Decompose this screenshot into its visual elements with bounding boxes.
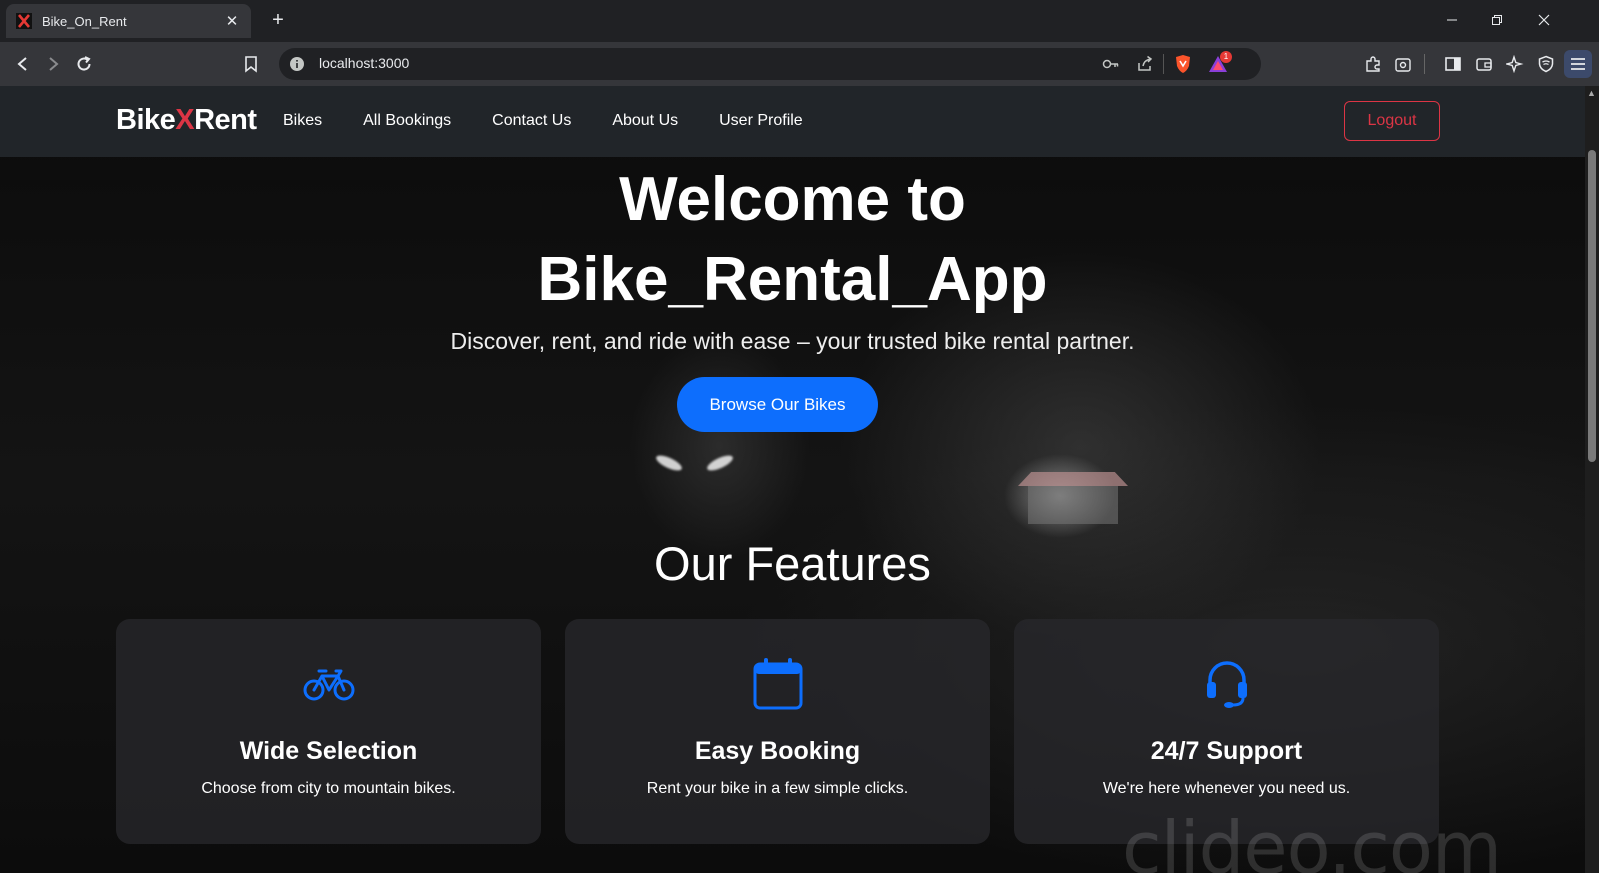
url-text[interactable]: localhost:3000 bbox=[319, 55, 409, 71]
features-heading: Our Features bbox=[654, 537, 931, 590]
background-hut bbox=[1018, 472, 1128, 524]
site-navbar: BikeXRent Bikes All Bookings Contact Us … bbox=[0, 86, 1585, 157]
browser-tab-bar: Bike_On_Rent ✕ + bbox=[0, 0, 1599, 42]
feature-card-title: Wide Selection bbox=[239, 737, 418, 765]
scrollbar-thumb[interactable] bbox=[1588, 150, 1596, 462]
site-favicon-icon bbox=[16, 13, 32, 29]
scroll-up-icon[interactable]: ▲ bbox=[1587, 88, 1596, 98]
notification-badge: 1 bbox=[1220, 51, 1232, 63]
nav-link-bikes[interactable]: Bikes bbox=[283, 112, 322, 130]
password-key-icon[interactable] bbox=[1102, 56, 1120, 77]
address-bar[interactable]: localhost:3000 1 bbox=[279, 48, 1261, 80]
bicycle-icon bbox=[116, 657, 541, 711]
reading-list-icon[interactable] bbox=[1391, 52, 1415, 76]
vpn-shield-icon[interactable] bbox=[1534, 52, 1558, 76]
nav-link-about-us[interactable]: About Us bbox=[612, 112, 678, 130]
sidebar-toggle-icon[interactable] bbox=[1441, 52, 1465, 76]
hero-title-line-2: Bike_Rental_App bbox=[537, 245, 1048, 314]
brave-rewards-icon[interactable]: 1 bbox=[1208, 51, 1232, 78]
reload-icon[interactable] bbox=[72, 52, 96, 76]
forward-icon[interactable] bbox=[41, 52, 65, 76]
hut-roof bbox=[1018, 472, 1128, 486]
feature-card-text: Rent your bike in a few simple clicks. bbox=[646, 780, 909, 797]
close-window-icon[interactable] bbox=[1530, 8, 1558, 32]
brand-text-x: X bbox=[175, 104, 195, 136]
nav-link-user-profile[interactable]: User Profile bbox=[719, 112, 803, 130]
hero-title: Welcome to Bike_Rental_App bbox=[0, 160, 1585, 320]
back-icon[interactable] bbox=[11, 52, 35, 76]
nav-link-all-bookings[interactable]: All Bookings bbox=[363, 112, 451, 130]
brand-logo[interactable]: BikeXRent bbox=[116, 104, 257, 137]
feature-card-text: We're here whenever you need us. bbox=[1102, 780, 1351, 797]
brand-text-bike: Bike bbox=[116, 104, 176, 136]
page-scrollbar[interactable]: ▲ bbox=[1585, 86, 1599, 873]
toolbar-divider bbox=[1163, 54, 1164, 74]
logout-button[interactable]: Logout bbox=[1344, 101, 1440, 141]
brave-shield-icon[interactable] bbox=[1174, 54, 1192, 79]
feature-card-wide-selection: Wide Selection Choose from city to mount… bbox=[116, 619, 541, 844]
site-info-icon[interactable] bbox=[289, 56, 305, 77]
share-icon[interactable] bbox=[1136, 55, 1154, 78]
toolbar-divider bbox=[1424, 54, 1425, 74]
feature-card-title: 24/7 Support bbox=[1150, 737, 1303, 765]
browser-tab[interactable]: Bike_On_Rent ✕ bbox=[6, 4, 251, 38]
video-watermark: clideo.com bbox=[1122, 806, 1502, 873]
feature-card-title: Easy Booking bbox=[694, 737, 861, 765]
brand-text-rent: Rent bbox=[194, 104, 257, 136]
hero-title-line-1: Welcome to bbox=[619, 165, 966, 234]
hero-subtitle: Discover, rent, and ride with ease – you… bbox=[450, 328, 1135, 354]
headset-icon bbox=[1014, 657, 1439, 711]
tab-title: Bike_On_Rent bbox=[42, 13, 127, 29]
bookmark-icon[interactable] bbox=[239, 52, 263, 76]
page-viewport: BikeXRent Bikes All Bookings Contact Us … bbox=[0, 86, 1585, 873]
browse-bikes-button[interactable]: Browse Our Bikes bbox=[677, 377, 878, 432]
browser-toolbar: localhost:3000 1 bbox=[0, 42, 1599, 86]
menu-icon[interactable] bbox=[1564, 50, 1592, 78]
nav-links: Bikes All Bookings Contact Us About Us U… bbox=[283, 112, 844, 130]
minimize-icon[interactable] bbox=[1438, 8, 1466, 32]
hut-body bbox=[1028, 486, 1118, 524]
restore-icon[interactable] bbox=[1483, 8, 1511, 32]
tab-close-icon[interactable]: ✕ bbox=[223, 12, 241, 30]
feature-card-easy-booking: Easy Booking Rent your bike in a few sim… bbox=[565, 619, 990, 844]
wallet-icon[interactable] bbox=[1472, 52, 1496, 76]
feature-card-text: Choose from city to mountain bikes. bbox=[201, 780, 456, 797]
calendar-icon bbox=[565, 657, 990, 711]
new-tab-button[interactable]: + bbox=[266, 9, 290, 32]
extensions-icon[interactable] bbox=[1361, 52, 1385, 76]
nav-link-contact-us[interactable]: Contact Us bbox=[492, 112, 571, 130]
leo-ai-icon[interactable] bbox=[1503, 52, 1527, 76]
